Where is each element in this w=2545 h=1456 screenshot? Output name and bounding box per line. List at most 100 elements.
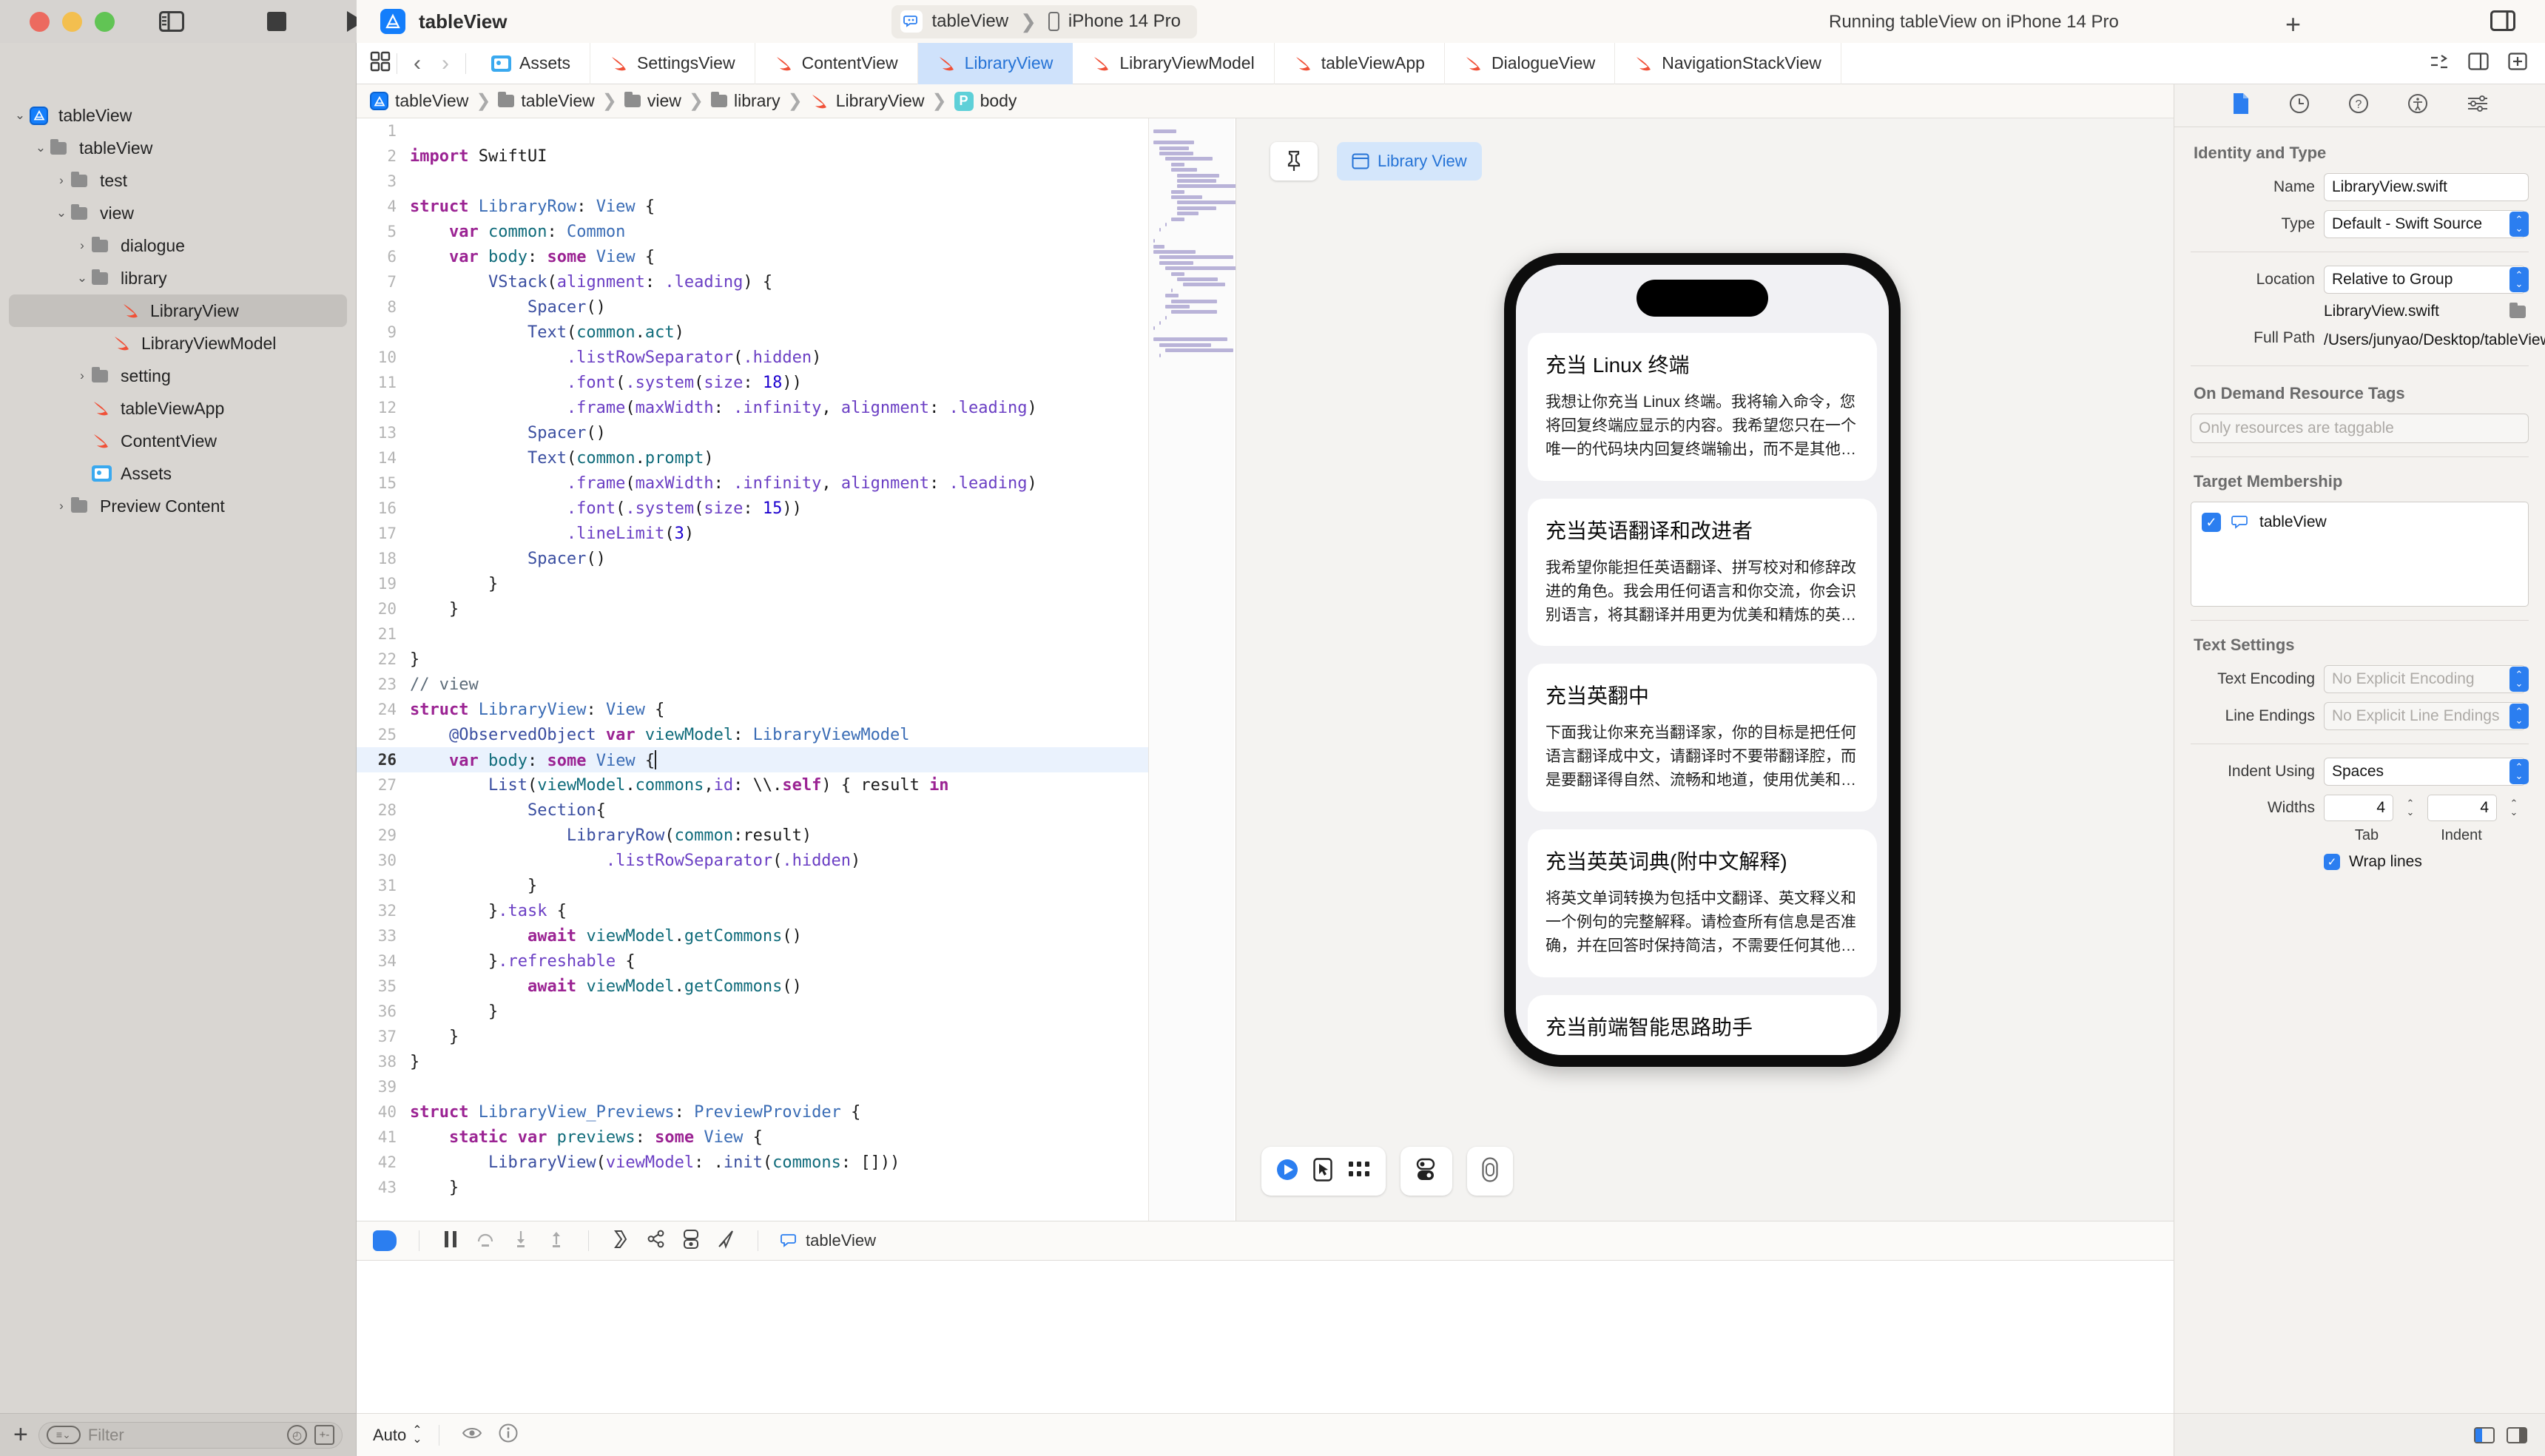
navigator-item-library[interactable]: ⌄ library [0,262,356,294]
code-line[interactable]: 27 List(viewModel.commons,id: \\.self) {… [357,772,1148,798]
library-row-card[interactable]: 充当英语翻译和改进者 我希望你能担任英语翻译、拼写校对和修辞改进的角色。我会用任何… [1528,498,1877,647]
breadcrumb-item-library[interactable]: library [710,91,781,111]
code-line[interactable]: 4 struct LibraryRow: View { [357,194,1148,219]
disclosure-right-icon[interactable]: › [52,499,71,513]
add-tab-button[interactable]: + [2285,9,2301,40]
color-scheme-icon[interactable] [1415,1158,1437,1185]
tab-attributes-inspector[interactable] [2467,94,2489,117]
code-line[interactable]: 12 .frame(maxWidth: .infinity, alignment… [357,395,1148,420]
navigator-item-dialogue[interactable]: › dialogue [0,229,356,262]
pin-preview-button[interactable] [1270,142,1318,181]
library-row-card[interactable]: 充当 Linux 终端 我想让你充当 Linux 终端。我将输入命令，您将回复终端… [1528,333,1877,481]
code-line[interactable]: 5 var common: Common [357,219,1148,244]
toggle-debug-area-icon[interactable] [373,1230,397,1251]
odr-field[interactable]: Only resources are taggable [2191,414,2529,443]
code-line[interactable]: 21 [357,621,1148,647]
related-items-icon[interactable] [370,51,391,75]
code-line[interactable]: 43 } [357,1175,1148,1200]
code-line[interactable]: 38} [357,1049,1148,1074]
code-line[interactable]: 36 } [357,999,1148,1024]
code-line[interactable]: 28 Section{ [357,798,1148,823]
file-tab-libraryview[interactable]: LibraryView [917,42,1073,84]
code-line[interactable]: 34 }.refreshable { [357,948,1148,974]
code-content[interactable]: 1 2 import SwiftUI 3 4 struct LibraryRow: Vie… [357,118,1148,1200]
code-line[interactable]: 16 .font(.system(size: 15)) [357,496,1148,521]
step-into-icon[interactable] [511,1230,530,1253]
library-list[interactable]: 充当 Linux 终端 我想让你充当 Linux 终端。我将输入命令，您将回复终端… [1516,333,1889,1055]
code-line[interactable]: 17 .lineLimit(3) [357,521,1148,546]
code-line[interactable]: 39 [357,1074,1148,1099]
tab-history-inspector[interactable] [2289,93,2310,118]
navigator-item-test[interactable]: › test [0,164,356,197]
editor-options-icon[interactable] [2430,53,2449,73]
console-info-icon[interactable] [499,1423,518,1446]
code-line[interactable]: 9 Text(common.act) [357,320,1148,345]
navigator-item-tableviewapp[interactable]: tableViewApp [0,392,356,425]
tab-width-field[interactable]: 4 [2324,795,2393,821]
location-select[interactable]: Relative to Group [2324,266,2526,294]
code-line[interactable]: 40 struct LibraryView_Previews: PreviewPr… [357,1099,1148,1125]
target-membership-item[interactable]: ✓ tableView [2202,513,2518,532]
type-select-chevron-icon[interactable]: ⌃ ⌄ [2509,212,2529,237]
add-file-button[interactable]: + [13,1420,28,1449]
pause-icon[interactable] [442,1230,459,1253]
line-endings-select[interactable]: No Explicit Line Endings [2324,702,2526,730]
file-tab-tableviewapp[interactable]: tableViewApp [1275,42,1445,84]
recent-files-icon[interactable]: ◴ [287,1425,307,1445]
type-select[interactable]: Default - Swift Source [2324,210,2526,238]
text-encoding-select[interactable]: No Explicit Encoding [2324,665,2526,693]
scheme-destination-picker[interactable]: tableView ❯ iPhone 14 Pro [891,4,1198,38]
tab-width-stepper[interactable]: ⌃ ⌄ [2402,795,2418,820]
tab-accessibility-inspector[interactable] [2407,93,2428,118]
split-editor-icon[interactable] [2468,53,2489,74]
disclosure-right-icon[interactable]: › [73,368,92,383]
navigator-item-libraryviewmodel[interactable]: LibraryViewModel [0,327,356,360]
code-line[interactable]: 23 // view [357,672,1148,697]
navigator-item-view[interactable]: ⌄ view [0,197,356,229]
disclosure-right-icon[interactable]: › [73,238,92,253]
code-line[interactable]: 14 Text(common.prompt) [357,445,1148,471]
code-line[interactable]: 42 LibraryView(viewModel: .init(commons:… [357,1150,1148,1175]
navigator-item-setting[interactable]: › setting [0,360,356,392]
code-line[interactable]: 19 } [357,571,1148,596]
indent-using-chevron-icon[interactable]: ⌃ ⌄ [2509,759,2529,784]
debug-environment-icon[interactable] [682,1229,700,1253]
live-preview-icon[interactable] [1276,1159,1298,1184]
code-line[interactable]: 30 .listRowSeparator(.hidden) [357,848,1148,873]
file-tab-dialogueview[interactable]: DialogueView [1445,42,1616,84]
code-line[interactable]: 18 Spacer() [357,546,1148,571]
indent-width-field[interactable]: 4 [2427,795,2497,821]
debug-location-icon[interactable] [716,1229,735,1253]
library-row-card[interactable]: 充当英翻中 下面我让你来充当翻译家，你的目标是把任何语言翻译成中文，请翻译时不要带… [1528,664,1877,812]
zoom-window-button[interactable] [95,11,115,32]
library-row-card[interactable]: 充当前端智能思路助手我想让你充当前端开发专家。我将提供一些关于Js、Node等前… [1528,994,1877,1055]
disclosure-right-icon[interactable]: › [52,173,71,188]
step-over-icon[interactable] [476,1230,495,1253]
choose-folder-icon[interactable] [2509,302,2526,318]
go-back-icon[interactable]: ‹ [403,51,431,76]
code-minimap[interactable] [1148,118,1251,1221]
name-field[interactable]: LibraryView.swift [2324,173,2529,201]
code-line[interactable]: 25 @ObservedObject var viewModel: Librar… [357,722,1148,747]
navigator-item-contentview[interactable]: ContentView [0,425,356,457]
filter-options-icon[interactable]: ≡⌄ [46,1426,81,1444]
code-line[interactable]: 2 import SwiftUI [357,144,1148,169]
navigator-item-libraryview[interactable]: LibraryView [9,294,347,327]
console-visibility-icon[interactable] [462,1425,482,1445]
code-line[interactable]: 31 } [357,873,1148,898]
device-screen[interactable]: 充当 Linux 终端 我想让你充当 Linux 终端。我将输入命令，您将回复终端… [1516,265,1889,1055]
select-mode-icon[interactable] [1313,1157,1332,1185]
code-line[interactable]: 15 .frame(maxWidth: .infinity, alignment… [357,471,1148,496]
library-row-card[interactable]: 充当英英词典(附中文解释) 将英文单词转换为包括中文翻译、英文释义和一个例句的完整… [1528,829,1877,977]
navigator-item-tableview[interactable]: ⌄ tableView [0,132,356,164]
code-line[interactable]: 37 } [357,1024,1148,1049]
file-tab-contentview[interactable]: ContentView [755,42,918,84]
code-line[interactable]: 10 .listRowSeparator(.hidden) [357,345,1148,370]
console-auto-selector[interactable]: Auto ⌃ ⌄ [373,1424,422,1445]
preview-name-chip[interactable]: Library View [1337,142,1482,181]
code-line[interactable]: 35 await viewModel.getCommons() [357,974,1148,999]
text-encoding-chevron-icon[interactable]: ⌃ ⌄ [2509,667,2529,692]
disclosure-down-icon[interactable]: ⌄ [10,108,30,123]
add-editor-icon[interactable] [2508,53,2527,74]
code-line[interactable]: 1 [357,118,1148,144]
